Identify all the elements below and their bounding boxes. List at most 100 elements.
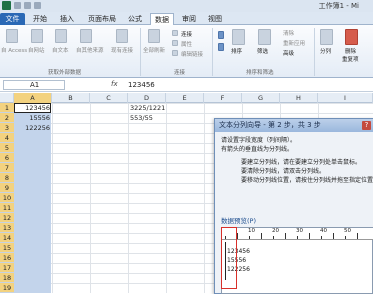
cell-a2[interactable]: 15556 bbox=[14, 113, 50, 123]
ribbon-tabs: 文件 开始 插入 页面布局 公式 数据 审阅 视图 bbox=[0, 12, 373, 25]
remove-duplicates-button-line2[interactable]: 重复项 bbox=[342, 55, 359, 63]
row-header-1[interactable]: 1 bbox=[0, 103, 14, 113]
text-icon[interactable] bbox=[55, 29, 67, 43]
ruler-tick bbox=[273, 236, 274, 239]
grid-line bbox=[128, 103, 129, 293]
tab-home[interactable]: 开始 bbox=[30, 13, 50, 25]
tab-data[interactable]: 数据 bbox=[150, 13, 174, 25]
column-header-f[interactable]: F bbox=[204, 93, 242, 103]
from-web-button[interactable]: 自网站 bbox=[28, 46, 45, 54]
column-header-e[interactable]: E bbox=[166, 93, 204, 103]
ruler-tick bbox=[309, 233, 310, 239]
save-icon[interactable] bbox=[14, 2, 21, 9]
cell-d1[interactable]: 3225/1221 bbox=[130, 103, 165, 113]
row-header-10[interactable]: 10 bbox=[0, 193, 14, 203]
redo-icon[interactable] bbox=[34, 2, 41, 9]
row-header-7[interactable]: 7 bbox=[0, 163, 14, 173]
tab-insert[interactable]: 插入 bbox=[56, 13, 78, 25]
sort-button[interactable]: 排序 bbox=[231, 47, 242, 55]
properties-button[interactable]: 属性 bbox=[181, 40, 192, 48]
text-to-columns-dialog: 文本分列向导 - 第 2 步，共 3 步 ? 请设置字段宽度（列间隔）。 有箭头… bbox=[214, 118, 373, 294]
cell-d2[interactable]: 553/55 bbox=[130, 113, 153, 123]
dialog-title: 文本分列向导 - 第 2 步，共 3 步 bbox=[215, 119, 373, 132]
ribbon: 自 Access 自网站 自文本 自其他来源 现有连接 获取外部数据 全部刷新 … bbox=[0, 25, 373, 78]
reapply-button[interactable]: 重新应用 bbox=[283, 39, 305, 47]
existing-connections-button[interactable]: 现有连接 bbox=[111, 46, 133, 54]
sort-za-icon[interactable] bbox=[218, 43, 224, 51]
tab-formulas[interactable]: 公式 bbox=[124, 13, 146, 25]
row-header-6[interactable]: 6 bbox=[0, 153, 14, 163]
row-header-11[interactable]: 11 bbox=[0, 203, 14, 213]
row-header-12[interactable]: 12 bbox=[0, 213, 14, 223]
column-header-i[interactable]: I bbox=[318, 93, 373, 103]
tab-view[interactable]: 视图 bbox=[204, 13, 226, 25]
row-header-5[interactable]: 5 bbox=[0, 143, 14, 153]
formula-bar: A1 fx 123456 bbox=[0, 79, 373, 92]
other-sources-icon[interactable] bbox=[80, 29, 92, 43]
from-access-button[interactable]: 自 Access bbox=[1, 46, 27, 54]
cell-a1[interactable]: 123456 bbox=[14, 103, 50, 113]
ruler-label: 10 bbox=[248, 228, 255, 234]
filter-button[interactable]: 筛选 bbox=[257, 47, 268, 55]
row-header-2[interactable]: 2 bbox=[0, 113, 14, 123]
advanced-button[interactable]: 高级 bbox=[283, 49, 294, 57]
text-to-columns-button[interactable]: 分列 bbox=[320, 47, 331, 55]
clear-button[interactable]: 清除 bbox=[283, 29, 294, 37]
help-button[interactable]: ? bbox=[362, 121, 371, 130]
ruler-tick bbox=[285, 233, 286, 239]
name-box[interactable]: A1 bbox=[3, 80, 65, 90]
row-header-15[interactable]: 15 bbox=[0, 243, 14, 253]
grid-line bbox=[90, 103, 91, 293]
row-header-3[interactable]: 3 bbox=[0, 123, 14, 133]
column-header-a[interactable]: A bbox=[14, 93, 52, 103]
select-all-corner[interactable] bbox=[0, 93, 14, 103]
dialog-instruction: 要清除分列线，请双击分列线。 bbox=[241, 168, 326, 175]
ruler[interactable]: 10 20 30 40 50 bbox=[222, 228, 373, 240]
formula-input[interactable]: 123456 bbox=[128, 80, 155, 90]
row-header-17[interactable]: 17 bbox=[0, 263, 14, 273]
filter-funnel-icon[interactable] bbox=[258, 29, 271, 45]
remove-duplicates-icon[interactable] bbox=[345, 29, 358, 45]
column-header-b[interactable]: B bbox=[52, 93, 90, 103]
row-header-9[interactable]: 9 bbox=[0, 183, 14, 193]
tab-page-layout[interactable]: 页面布局 bbox=[84, 13, 120, 25]
row-header-8[interactable]: 8 bbox=[0, 173, 14, 183]
from-other-button[interactable]: 自其他来源 bbox=[76, 46, 104, 54]
sort-az-icon[interactable] bbox=[218, 31, 224, 39]
edit-links-button[interactable]: 编辑链接 bbox=[181, 50, 203, 58]
preview-label: 数据预览(P) bbox=[221, 217, 256, 225]
sort-icon[interactable] bbox=[232, 29, 245, 45]
access-icon[interactable] bbox=[6, 29, 18, 43]
row-header-13[interactable]: 13 bbox=[0, 223, 14, 233]
highlight-box bbox=[221, 227, 237, 289]
edit-links-icon bbox=[172, 50, 178, 56]
from-text-button[interactable]: 自文本 bbox=[52, 46, 69, 54]
existing-connections-icon[interactable] bbox=[116, 29, 128, 43]
group-separator bbox=[140, 28, 141, 76]
row-header-4[interactable]: 4 bbox=[0, 133, 14, 143]
column-header-d[interactable]: D bbox=[128, 93, 166, 103]
row-header-16[interactable]: 16 bbox=[0, 253, 14, 263]
connections-button[interactable]: 连接 bbox=[181, 30, 192, 38]
column-header-c[interactable]: C bbox=[90, 93, 128, 103]
undo-icon[interactable] bbox=[24, 2, 31, 9]
remove-duplicates-button[interactable]: 删除 bbox=[345, 47, 356, 55]
text-to-columns-icon[interactable] bbox=[320, 29, 333, 45]
fx-icon[interactable]: fx bbox=[111, 80, 118, 88]
row-header-18[interactable]: 18 bbox=[0, 273, 14, 283]
tab-file[interactable]: 文件 bbox=[0, 13, 25, 25]
ruler-tick bbox=[249, 236, 250, 239]
ruler-tick bbox=[297, 236, 298, 239]
row-header-19[interactable]: 19 bbox=[0, 283, 14, 293]
excel-logo-icon bbox=[2, 1, 11, 10]
cell-a3[interactable]: 122256 bbox=[14, 123, 50, 133]
row-header-14[interactable]: 14 bbox=[0, 233, 14, 243]
title-bar: 工作簿1 - Mi bbox=[0, 0, 373, 12]
data-preview[interactable]: 10 20 30 40 50 123456 15556 122256 bbox=[221, 227, 373, 294]
tab-review[interactable]: 审阅 bbox=[178, 13, 200, 25]
refresh-all-button[interactable]: 全部刷新 bbox=[143, 46, 165, 54]
refresh-all-icon[interactable] bbox=[148, 29, 160, 43]
column-header-g[interactable]: G bbox=[242, 93, 280, 103]
web-icon[interactable] bbox=[31, 29, 43, 43]
column-header-h[interactable]: H bbox=[280, 93, 318, 103]
